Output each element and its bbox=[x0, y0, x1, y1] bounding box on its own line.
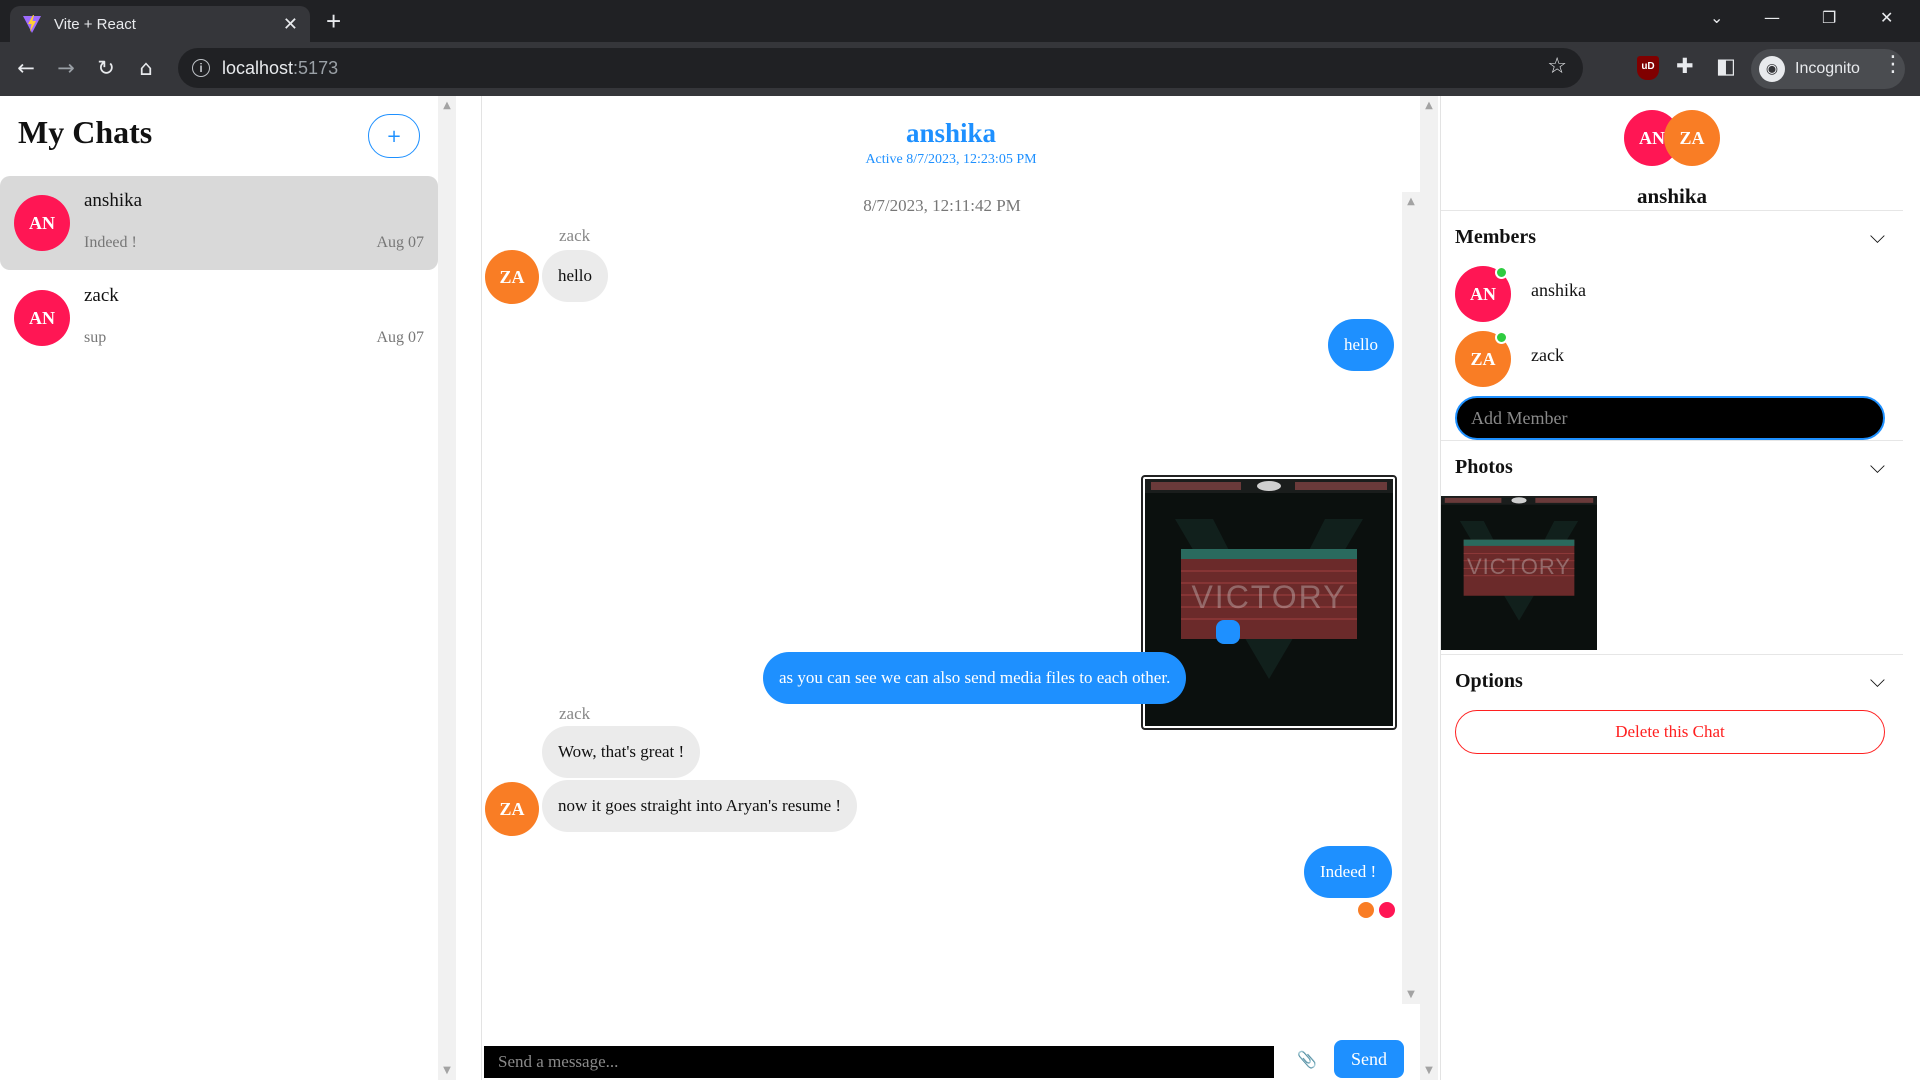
message-sender: zack bbox=[559, 226, 591, 245]
message-bubble: Wow, that's great ! bbox=[542, 726, 701, 778]
incognito-label: Incognito bbox=[1795, 60, 1860, 77]
close-window-icon[interactable]: ✕ bbox=[1880, 8, 1893, 27]
new-group-chat-button[interactable]: + bbox=[368, 114, 420, 158]
scroll-up-icon[interactable]: ▲ bbox=[438, 100, 456, 111]
attach-file-icon[interactable]: 📎 bbox=[1297, 1050, 1317, 1069]
reload-icon[interactable]: ↻ bbox=[92, 54, 120, 82]
read-receipt-avatar bbox=[1379, 902, 1395, 918]
member-name: zack bbox=[1531, 345, 1564, 365]
members-heading: Members bbox=[1455, 226, 1537, 248]
chevron-down-icon[interactable]: ⌵ bbox=[1870, 224, 1885, 248]
browser-tab[interactable]: Vite + React ✕ bbox=[10, 6, 310, 42]
message-composer: 📎 Send bbox=[482, 1038, 1420, 1080]
members-section-header[interactable]: Members ⌵ bbox=[1455, 224, 1885, 249]
address-bar[interactable]: i localhost:5173 ☆ bbox=[178, 48, 1583, 88]
avatar: ZA bbox=[485, 250, 539, 304]
chat-last-message: Indeed ! bbox=[84, 234, 137, 251]
chat-header-name[interactable]: anshika bbox=[482, 118, 1420, 149]
chat-date: Aug 07 bbox=[376, 329, 424, 346]
chat-list-panel: My Chats + AN anshika Indeed ! Aug 07 AN… bbox=[0, 96, 438, 1080]
tab-search-chevron-icon[interactable]: ⌄ bbox=[1710, 8, 1723, 27]
message-list-scrollbar[interactable]: ▲ ▼ bbox=[1402, 192, 1420, 1004]
bookmark-star-icon[interactable]: ☆ bbox=[1547, 54, 1567, 79]
side-panel-icon[interactable]: ◧ bbox=[1716, 54, 1736, 78]
tab-title: Vite + React bbox=[54, 15, 136, 33]
group-name: anshika bbox=[1636, 184, 1708, 208]
vite-logo-icon bbox=[23, 15, 41, 33]
divider bbox=[1441, 440, 1903, 441]
browser-toolbar: ← → ↻ ⌂ i localhost:5173 ☆ uD ✚ ◧ ◉ Inco… bbox=[0, 42, 1920, 96]
read-receipt-avatar bbox=[1358, 902, 1374, 918]
online-status-dot bbox=[1495, 331, 1508, 344]
chat-date: Aug 07 bbox=[376, 234, 424, 251]
chat-list-item[interactable]: AN zack sup Aug 07 bbox=[0, 271, 438, 365]
chat-window: anshika Active 8/7/2023, 12:23:05 PM 8/7… bbox=[481, 96, 1420, 1080]
tab-close-icon[interactable]: ✕ bbox=[283, 15, 298, 33]
chat-name: zack bbox=[84, 285, 119, 306]
incognito-icon: ◉ bbox=[1759, 56, 1785, 82]
browser-tab-strip: Vite + React ✕ + ⌄ — ❐ ✕ bbox=[0, 0, 1920, 42]
divider bbox=[1441, 654, 1903, 655]
chevron-down-icon[interactable]: ⌵ bbox=[1870, 454, 1885, 478]
chat-list-scrollbar[interactable]: ▲ ▼ bbox=[438, 96, 456, 1080]
divider bbox=[1441, 210, 1903, 211]
page-title: My Chats bbox=[18, 114, 153, 150]
photos-heading: Photos bbox=[1455, 456, 1513, 478]
scroll-up-icon[interactable]: ▲ bbox=[1402, 196, 1420, 207]
url-port: :5173 bbox=[293, 57, 339, 78]
options-section-header[interactable]: Options ⌵ bbox=[1455, 668, 1885, 693]
avatar: AN bbox=[14, 195, 70, 251]
scroll-up-icon[interactable]: ▲ bbox=[1420, 100, 1438, 111]
restore-icon[interactable]: ❐ bbox=[1822, 8, 1836, 27]
avatar: ZA bbox=[485, 782, 539, 836]
online-status-dot bbox=[1495, 266, 1508, 279]
home-icon[interactable]: ⌂ bbox=[132, 54, 160, 82]
scroll-down-icon[interactable]: ▼ bbox=[1402, 989, 1420, 1000]
image-overlay-text: VICTORY bbox=[1191, 579, 1347, 615]
member-name: anshika bbox=[1531, 280, 1586, 300]
message-bubble: Indeed ! bbox=[1304, 846, 1393, 898]
minimize-icon[interactable]: — bbox=[1764, 8, 1780, 27]
options-heading: Options bbox=[1455, 670, 1523, 692]
message-bubble: hello bbox=[1328, 319, 1394, 371]
avatar: AN bbox=[14, 290, 70, 346]
back-icon[interactable]: ← bbox=[12, 54, 40, 82]
send-button[interactable]: Send bbox=[1334, 1040, 1404, 1078]
message-sender: zack bbox=[559, 704, 591, 723]
scroll-down-icon[interactable]: ▼ bbox=[438, 1065, 456, 1076]
message-input[interactable] bbox=[484, 1046, 1274, 1078]
photos-section-header[interactable]: Photos ⌵ bbox=[1455, 454, 1885, 479]
chat-header-status: Active 8/7/2023, 12:23:05 PM bbox=[865, 152, 1037, 167]
chevron-down-icon[interactable]: ⌵ bbox=[1870, 668, 1885, 692]
photo-thumbnail[interactable]: VICTORY bbox=[1441, 496, 1597, 650]
message-bubble bbox=[1216, 620, 1240, 644]
avatar: ZA bbox=[1664, 110, 1720, 166]
ublock-extension-icon[interactable]: uD bbox=[1637, 56, 1659, 80]
message-bubble: as you can see we can also send media fi… bbox=[763, 652, 1187, 704]
chat-name: anshika bbox=[84, 190, 143, 211]
message-timestamp: 8/7/2023, 12:11:42 PM bbox=[863, 196, 1021, 215]
message-bubble: hello bbox=[542, 250, 608, 302]
message-list: 8/7/2023, 12:11:42 PM zack ZA hello hell… bbox=[482, 192, 1420, 1004]
delete-chat-button[interactable]: Delete this Chat bbox=[1455, 710, 1885, 754]
message-bubble: now it goes straight into Aryan's resume… bbox=[542, 780, 858, 832]
chat-details-panel: AN ZA anshika Members ⌵ AN anshika ZA za… bbox=[1440, 96, 1903, 1080]
chat-last-message: sup bbox=[84, 329, 107, 346]
app-viewport: My Chats + AN anshika Indeed ! Aug 07 AN… bbox=[0, 96, 1920, 1080]
forward-icon[interactable]: → bbox=[52, 54, 80, 82]
photo-overlay-text: VICTORY bbox=[1467, 554, 1571, 579]
add-member-input[interactable] bbox=[1455, 396, 1885, 440]
chat-list-item[interactable]: AN anshika Indeed ! Aug 07 bbox=[0, 176, 438, 270]
new-tab-icon[interactable]: + bbox=[326, 8, 341, 34]
site-info-icon[interactable]: i bbox=[192, 59, 210, 77]
chat-window-scrollbar[interactable]: ▲ ▼ bbox=[1420, 96, 1438, 1080]
extensions-puzzle-icon[interactable]: ✚ bbox=[1676, 54, 1694, 78]
browser-menu-icon[interactable]: ⋮ bbox=[1882, 52, 1904, 77]
url-host: localhost bbox=[222, 57, 294, 78]
scroll-down-icon[interactable]: ▼ bbox=[1420, 1065, 1438, 1076]
